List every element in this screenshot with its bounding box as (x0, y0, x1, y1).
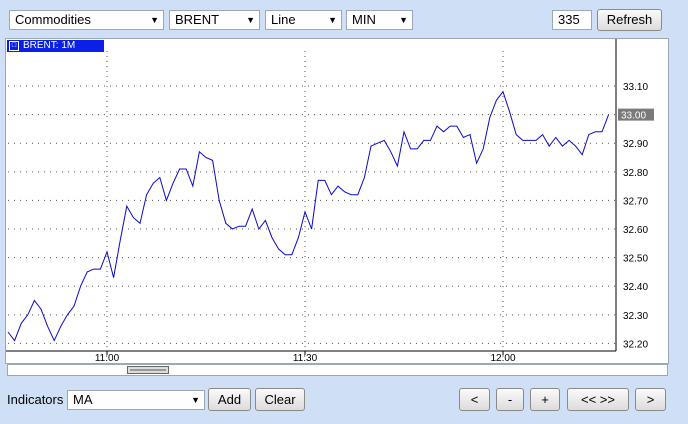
chevron-down-icon: ▼ (191, 395, 200, 405)
zoom-in-button[interactable]: + (530, 388, 560, 411)
y-tick-label: 32.40 (623, 282, 648, 293)
scroll-left-button[interactable]: < (459, 388, 490, 411)
chart-type-select[interactable]: Line ▼ (265, 10, 342, 30)
chart-type-value: Line (271, 12, 296, 27)
interval-select[interactable]: MIN ▼ (346, 10, 413, 30)
tag-box-icon: □ (9, 41, 19, 51)
chevron-down-icon: ▼ (246, 15, 255, 25)
y-tick-label: 32.30 (623, 311, 648, 322)
x-tick-label: 12:00 (490, 353, 515, 363)
price-line (7, 90, 610, 342)
market-select[interactable]: Commodities ▼ (9, 10, 164, 30)
symbol-select[interactable]: BRENT ▼ (169, 10, 260, 30)
chevron-down-icon: ▼ (399, 15, 408, 25)
y-tick-label: 32.80 (623, 168, 648, 179)
x-tick-label: 11:30 (293, 353, 318, 363)
scroll-right-button[interactable]: > (635, 388, 666, 411)
y-tick-label: 33.10 (623, 82, 648, 93)
chart-canvas: 33.10 33.00 32.90 32.80 32.70 32.60 32.50 32.40… (6, 39, 654, 363)
chevron-down-icon: ▼ (328, 15, 337, 25)
indicators-label: Indicators (7, 392, 64, 407)
indicator-value: MA (73, 392, 93, 407)
chart-title-tag: □ BRENT: 1M (7, 40, 104, 52)
interval-value: MIN (352, 12, 376, 27)
y-tick-label: 32.90 (623, 139, 648, 150)
y-tick-label: 32.60 (623, 225, 648, 236)
y-tick-label: 32.20 (623, 339, 648, 350)
price-chart[interactable]: 33.10 33.00 32.90 32.80 32.70 32.60 32.50 32.40… (5, 38, 669, 364)
refresh-button[interactable]: Refresh (597, 9, 662, 31)
add-indicator-button[interactable]: Add (208, 388, 251, 411)
x-tick-label: 11:00 (95, 353, 120, 363)
y-tick-label: 32.50 (623, 254, 648, 265)
zoom-out-button[interactable]: - (496, 388, 524, 411)
chart-scrollbar[interactable] (7, 364, 668, 376)
y-tick-label: 32.70 (623, 196, 648, 207)
chevron-down-icon: ▼ (150, 15, 159, 25)
indicator-select[interactable]: MA ▼ (67, 390, 205, 410)
scrollbar-thumb[interactable] (127, 366, 169, 374)
symbol-value: BRENT (175, 12, 220, 27)
market-value: Commodities (15, 12, 91, 27)
bars-count-input[interactable]: 335 (552, 10, 592, 30)
clear-indicators-button[interactable]: Clear (255, 388, 305, 411)
current-price-label: 33.00 (621, 111, 646, 122)
fit-all-button[interactable]: << >> (567, 388, 629, 411)
